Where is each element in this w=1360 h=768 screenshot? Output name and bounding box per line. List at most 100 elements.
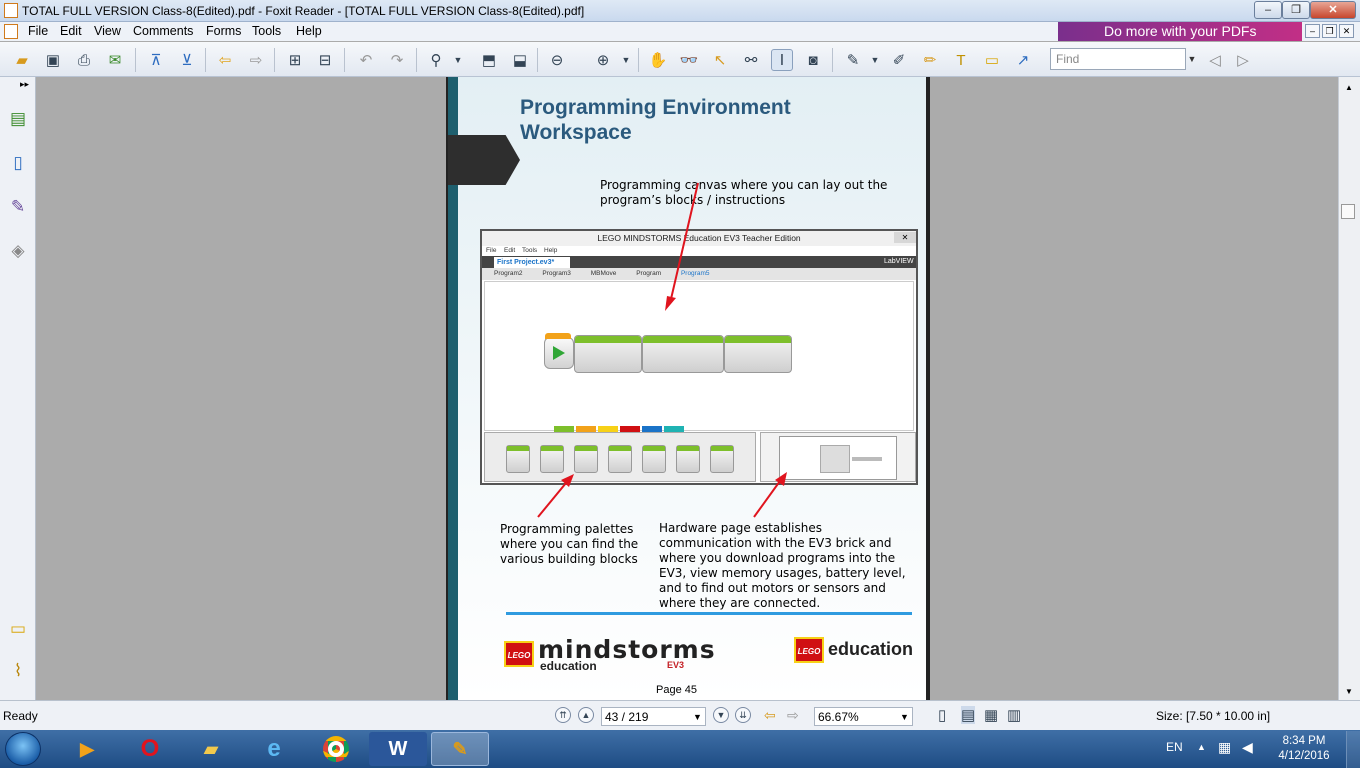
comments-panel-icon[interactable]: ◈	[7, 239, 29, 263]
email-icon[interactable]: ✉	[104, 49, 126, 71]
volume-muted-icon[interactable]: ◀	[1242, 739, 1253, 756]
next-view-icon[interactable]: ⇨	[787, 707, 799, 724]
find-next-icon[interactable]: ▷	[1232, 49, 1254, 71]
find-previous-icon[interactable]: ◁	[1204, 49, 1226, 71]
chrome-browser-icon[interactable]	[307, 732, 365, 766]
ev3-palette-block	[642, 445, 666, 473]
next-page-status-icon[interactable]: ▼	[713, 707, 729, 723]
doc-minimize-icon[interactable]: –	[1305, 24, 1320, 38]
zoom-level-input[interactable]: 66.67%	[814, 707, 913, 726]
menu-file[interactable]: File	[28, 24, 48, 38]
zoom-menu-icon[interactable]: ▼	[620, 49, 632, 71]
typewriter-dropdown-icon[interactable]: ▼	[869, 49, 881, 71]
reading-glasses-icon[interactable]: 👓	[678, 49, 700, 71]
internet-explorer-icon[interactable]: e	[245, 732, 303, 766]
status-ready: Ready	[3, 709, 38, 723]
close-button[interactable]: ✕	[1310, 1, 1356, 19]
page-number-input[interactable]: 43 / 219	[601, 707, 706, 726]
fit-page-icon[interactable]: ⬒	[478, 49, 500, 71]
doc-restore-icon[interactable]: ❐	[1322, 24, 1337, 38]
document-icon[interactable]	[4, 24, 18, 39]
prev-page-icon[interactable]: ▲	[578, 707, 594, 723]
ev3-menu: File Edit Tools Help	[482, 246, 916, 256]
start-button-icon[interactable]	[5, 732, 41, 766]
bookmarks-icon[interactable]: ▤	[7, 107, 29, 131]
show-hidden-icons-icon[interactable]: ▲	[1197, 742, 1206, 752]
vertical-scrollbar[interactable]: ▲ ▼	[1338, 77, 1360, 700]
layers-icon[interactable]: ✎	[7, 195, 29, 219]
previous-page-icon[interactable]: ⊼	[145, 49, 167, 71]
continuous-page-icon[interactable]: ▤	[961, 706, 976, 724]
first-page-icon[interactable]: ⇈	[555, 707, 571, 723]
open-icon[interactable]: ▰	[11, 49, 33, 71]
hardware-note: Hardware page establishes communication …	[659, 521, 906, 610]
file-explorer-icon[interactable]: ▰	[182, 732, 240, 766]
pages-icon[interactable]: ▯	[7, 151, 29, 175]
find-input[interactable]: Find	[1050, 48, 1186, 70]
facing-page-icon[interactable]: ▦	[984, 706, 998, 724]
doc-close-icon[interactable]: ✕	[1339, 24, 1354, 38]
menu-forms[interactable]: Forms	[206, 24, 241, 38]
attachment-icon[interactable]: ⌇	[7, 659, 29, 683]
select-arrow-icon[interactable]: ↖	[709, 49, 731, 71]
zoom-in-icon[interactable]: ⊕	[592, 49, 614, 71]
find-dropdown-icon[interactable]: ▼	[1186, 48, 1198, 70]
pencil-icon[interactable]: ✏	[919, 49, 941, 71]
single-page-icon[interactable]: ▯	[938, 706, 946, 724]
network-icon[interactable]: ▦	[1218, 739, 1231, 756]
zoom-level-dropdown-icon[interactable]: ▼	[900, 712, 909, 722]
scroll-down-icon[interactable]: ▼	[1345, 687, 1353, 696]
insert-page-icon[interactable]: ⊞	[284, 49, 306, 71]
typewriter-icon[interactable]: ✎	[842, 49, 864, 71]
undo-icon[interactable]: ↶	[355, 49, 377, 71]
word-icon[interactable]: W	[369, 732, 427, 766]
menu-help[interactable]: Help	[296, 24, 322, 38]
save-icon[interactable]: ▣	[42, 49, 64, 71]
arrow-tool-icon[interactable]: ↗	[1012, 49, 1034, 71]
ev3-start-block	[544, 333, 574, 369]
slide-title: Programming Environment Workspace	[520, 96, 791, 144]
ev3-close-icon: ✕	[894, 232, 916, 243]
next-page-icon[interactable]: ⊻	[176, 49, 198, 71]
foxit-app-icon[interactable]	[4, 3, 18, 18]
media-player-icon[interactable]: ▶	[58, 732, 116, 766]
forward-arrow-icon[interactable]: ⇨	[245, 49, 267, 71]
ev3-program-tab: Program2	[494, 270, 523, 277]
page-dropdown-icon[interactable]: ▼	[693, 712, 702, 722]
zoom-out-icon[interactable]: ⊖	[546, 49, 568, 71]
previous-view-icon[interactable]: ⇦	[764, 707, 776, 724]
menu-view[interactable]: View	[94, 24, 121, 38]
opera-browser-icon[interactable]: O	[121, 732, 179, 766]
foxit-taskbar-icon[interactable]: ✎	[431, 732, 489, 766]
restore-button[interactable]: ❐	[1282, 1, 1310, 19]
ad-banner[interactable]: Do more with your PDFs	[1058, 22, 1302, 41]
expand-panel-icon[interactable]: ▸▸	[20, 79, 29, 90]
print-icon[interactable]: ⎙	[73, 49, 95, 71]
scroll-up-icon[interactable]: ▲	[1345, 83, 1353, 92]
language-indicator[interactable]: EN	[1166, 740, 1183, 754]
continuous-facing-icon[interactable]: ▥	[1007, 706, 1021, 724]
hand-tool-icon[interactable]: ✋	[647, 49, 669, 71]
minimize-button[interactable]: –	[1254, 1, 1282, 19]
navigation-panel: ▸▸ ▤ ▯ ✎ ◈ ▭ ⌇	[0, 77, 36, 700]
zoom-in-tool-icon[interactable]: ⚲	[425, 49, 447, 71]
menu-comments[interactable]: Comments	[133, 24, 193, 38]
menu-edit[interactable]: Edit	[60, 24, 82, 38]
redo-icon[interactable]: ↷	[386, 49, 408, 71]
comment-list-icon[interactable]: ▭	[7, 617, 29, 641]
extract-page-icon[interactable]: ⊟	[314, 49, 336, 71]
highlight-icon[interactable]: ✐	[888, 49, 910, 71]
textbox-icon[interactable]: T	[950, 49, 972, 71]
back-arrow-icon[interactable]: ⇦	[214, 49, 236, 71]
zoom-dropdown-icon[interactable]: ▼	[452, 49, 464, 71]
binoculars-icon[interactable]: ⚯	[740, 49, 762, 71]
scrollbar-thumb[interactable]	[1341, 204, 1355, 219]
note-icon[interactable]: ▭	[981, 49, 1003, 71]
system-clock[interactable]: 8:34 PM 4/12/2016	[1270, 734, 1338, 764]
menu-tools[interactable]: Tools	[252, 24, 281, 38]
last-page-icon[interactable]: ⇊	[735, 707, 751, 723]
snapshot-camera-icon[interactable]: ◙	[802, 49, 824, 71]
fit-width-icon[interactable]: ⬓	[509, 49, 531, 71]
select-text-icon[interactable]: Ⅰ	[771, 49, 793, 71]
show-desktop-button[interactable]	[1346, 731, 1360, 768]
